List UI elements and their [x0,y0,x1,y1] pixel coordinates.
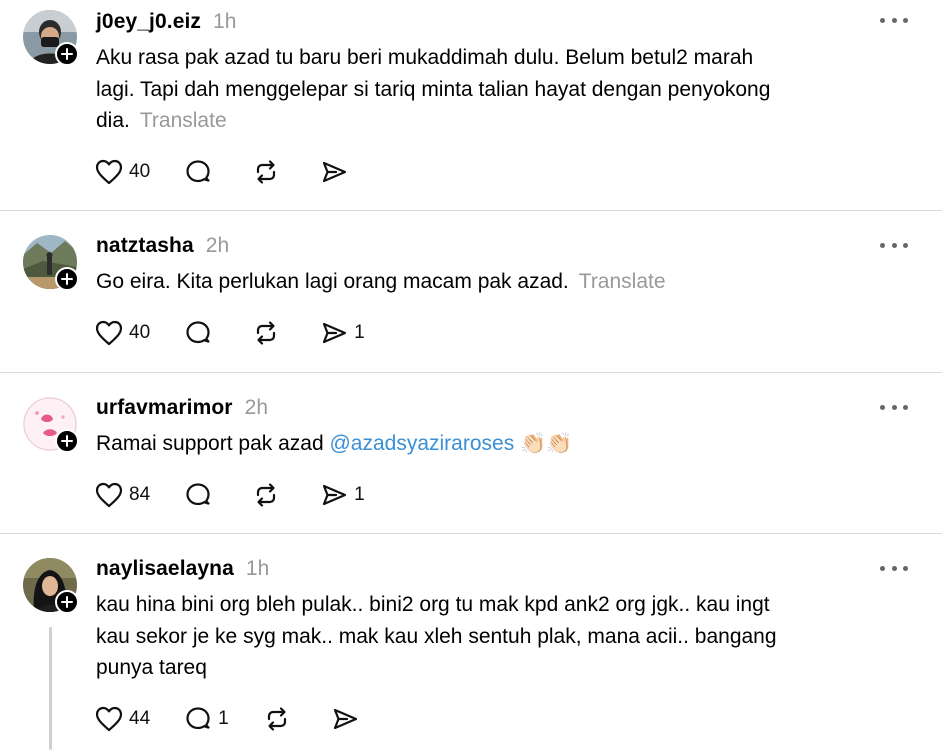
share-button[interactable] [331,705,365,733]
heart-icon [95,706,123,732]
heart-icon [95,159,123,185]
like-count: 84 [129,484,151,505]
plus-icon [61,596,73,608]
post-text: Aku rasa pak azad tu baru beri mukaddima… [96,42,896,137]
share-button[interactable]: 1 [320,481,365,509]
username[interactable]: urfavmarimor 2h [96,396,268,420]
post-text-line: dia. Translate [96,109,227,132]
reply-button[interactable] [184,158,218,186]
repost-button[interactable] [252,319,286,347]
timestamp: 2h [205,234,230,257]
timestamp: 1h [245,557,270,580]
like-button[interactable]: 40 [95,320,150,346]
action-bar: 44 1 [95,703,399,735]
post-text-line: Ramai support pak azad @azadsyaziraroses… [96,432,573,455]
plus-icon [61,435,73,447]
reply-button[interactable] [184,481,218,509]
more-dots-icon [880,17,885,23]
post-2: natztasha 2h Go eira. Kita perlukan lagi … [0,211,942,372]
post-text-line: Aku rasa pak azad tu baru beri mukaddima… [96,46,754,69]
like-count: 44 [129,708,151,729]
clap-emoji: 👏🏻👏🏻 [520,432,573,455]
like-button[interactable]: 44 [95,706,150,732]
repost-icon [267,707,286,731]
share-count: 1 [354,322,365,343]
post-text-line: Go eira. Kita perlukan lagi orang macam … [96,270,666,293]
username-text[interactable]: naylisaelayna [96,557,234,580]
username-text[interactable]: j0ey_j0.eiz [96,10,201,33]
comment-icon [186,483,210,506]
share-button[interactable] [320,158,354,186]
timestamp: 1h [213,10,237,33]
repost-icon [257,483,276,507]
follow-button[interactable] [55,590,79,614]
post-1: j0ey_j0.eiz 1h Aku rasa pak azad tu baru … [0,0,942,210]
like-count: 40 [129,322,151,343]
send-icon [323,484,347,506]
follow-button[interactable] [55,42,79,66]
more-dots-icon [880,242,885,248]
send-icon [323,322,347,344]
send-icon [333,708,357,730]
like-button[interactable]: 84 [95,482,150,508]
share-button[interactable]: 1 [320,319,365,347]
plus-icon [61,273,73,285]
username[interactable]: natztasha 2h [96,234,229,258]
username[interactable]: j0ey_j0.eiz 1h [96,10,237,34]
reply-button[interactable]: 1 [184,705,229,733]
translate-link[interactable]: Translate [579,270,666,293]
repost-button[interactable] [252,481,286,509]
translate-link[interactable]: Translate [140,109,227,132]
more-options-button[interactable] [880,558,908,578]
repost-icon [257,160,276,184]
post-text: Go eira. Kita perlukan lagi orang macam … [96,266,896,298]
follow-button[interactable] [55,267,79,291]
post-3: urfavmarimor 2h Ramai support pak azad @a… [0,373,942,533]
comment-icon [186,321,210,344]
follow-button[interactable] [55,429,79,453]
plus-icon [61,48,73,60]
post-text-line: kau sekor je ke syg mak.. mak kau xleh s… [96,624,777,648]
post-text-line: lagi. Tapi dah menggelepar si tariq mint… [96,77,771,101]
repost-button[interactable] [252,158,286,186]
timestamp: 2h [244,396,269,419]
mention-link[interactable]: @azadsyaziraroses [329,432,514,455]
post-text-line: kau hina bini org bleh pulak.. bini2 org… [96,593,770,616]
action-bar: 40 1 [95,317,399,349]
more-options-button[interactable] [880,235,908,255]
more-dots-icon [880,565,885,571]
post-text-line: punya tareq [96,656,207,679]
action-bar: 40 [95,156,388,188]
post-4: naylisaelayna 1h kau hina bini org bleh p… [0,534,942,750]
comment-icon [186,707,210,730]
like-button[interactable]: 40 [95,159,150,185]
reply-button[interactable] [184,319,218,347]
repost-icon [257,321,276,345]
more-options-button[interactable] [880,397,908,417]
username-text[interactable]: urfavmarimor [96,396,233,419]
reply-count: 1 [218,708,229,729]
post-text: Ramai support pak azad @azadsyaziraroses… [96,428,896,460]
post-text: kau hina bini org bleh pulak.. bini2 org… [96,589,896,684]
comment-icon [186,160,210,183]
heart-icon [95,482,123,508]
repost-button[interactable] [263,705,297,733]
thread-line [49,627,52,750]
send-icon [323,161,347,183]
like-count: 40 [129,161,151,182]
share-count: 1 [354,484,365,505]
username[interactable]: naylisaelayna 1h [96,557,269,581]
action-bar: 84 1 [95,479,399,511]
heart-icon [95,320,123,346]
more-options-button[interactable] [880,10,908,30]
username-text[interactable]: natztasha [96,234,194,257]
more-dots-icon [880,404,885,410]
